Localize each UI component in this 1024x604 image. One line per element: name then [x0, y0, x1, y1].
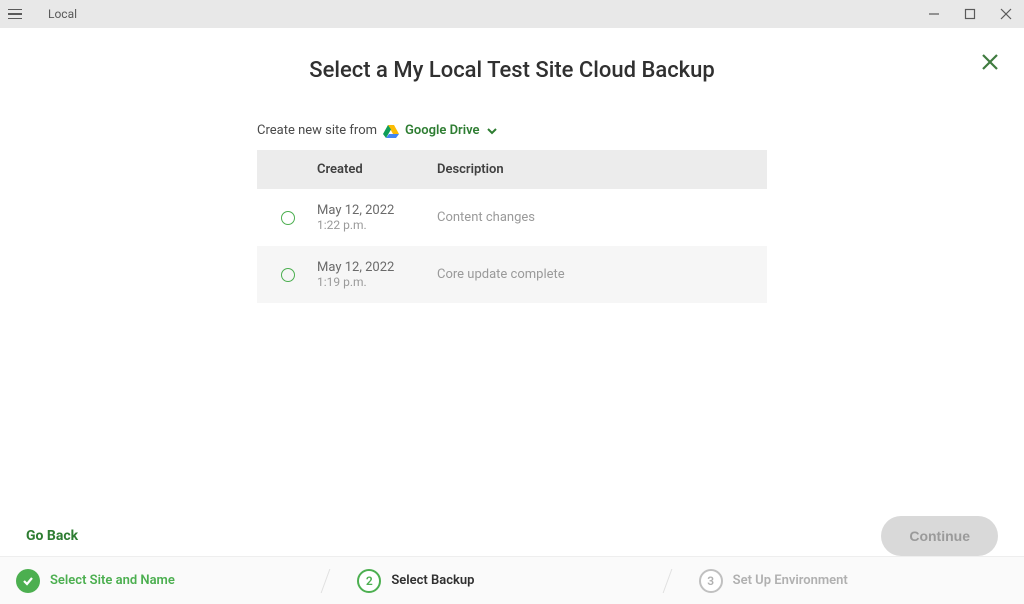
- minimize-button[interactable]: [916, 0, 952, 28]
- window-controls: [916, 0, 1024, 28]
- col-created: Created: [317, 162, 437, 177]
- cell-created: May 12, 2022 1:22 p.m.: [317, 203, 437, 232]
- maximize-button[interactable]: [952, 0, 988, 28]
- stepper: Select Site and Name 2 Select Backup 3 S…: [0, 556, 1024, 604]
- step-number: 3: [699, 569, 723, 593]
- google-drive-icon: [383, 124, 399, 138]
- provider-name: Google Drive: [405, 123, 480, 138]
- radio-button[interactable]: [281, 268, 295, 282]
- chevron-down-icon: [486, 125, 498, 137]
- source-prefix: Create new site from: [257, 123, 377, 138]
- cell-description: Content changes: [437, 210, 767, 225]
- hamburger-menu-icon[interactable]: [8, 6, 24, 22]
- main-content: Select a My Local Test Site Cloud Backup…: [0, 28, 1024, 556]
- close-window-button[interactable]: [988, 0, 1024, 28]
- radio-button[interactable]: [281, 211, 295, 225]
- titlebar: Local: [0, 0, 1024, 28]
- close-dialog-button[interactable]: [980, 52, 1000, 76]
- table-row[interactable]: May 12, 2022 1:19 p.m. Core update compl…: [257, 246, 767, 303]
- cell-created: May 12, 2022 1:19 p.m.: [317, 260, 437, 289]
- step-setup-environment: 3 Set Up Environment: [683, 569, 1024, 593]
- table-row[interactable]: May 12, 2022 1:22 p.m. Content changes: [257, 189, 767, 246]
- col-description: Description: [437, 162, 767, 177]
- step-select-site[interactable]: Select Site and Name: [0, 569, 341, 593]
- step-select-backup[interactable]: 2 Select Backup: [341, 569, 682, 593]
- check-icon: [16, 569, 40, 593]
- source-row: Create new site from Google Drive: [257, 123, 767, 138]
- page-title: Select a My Local Test Site Cloud Backup: [0, 28, 1024, 83]
- continue-button[interactable]: Continue: [881, 516, 998, 556]
- footer-nav: Go Back Continue: [0, 516, 1024, 556]
- provider-dropdown[interactable]: Google Drive: [383, 123, 498, 138]
- step-number: 2: [357, 569, 381, 593]
- backups-table: Created Description May 12, 2022 1:22 p.…: [257, 150, 767, 303]
- app-name: Local: [48, 7, 77, 21]
- cell-description: Core update complete: [437, 267, 767, 282]
- table-header: Created Description: [257, 150, 767, 189]
- go-back-button[interactable]: Go Back: [26, 528, 78, 544]
